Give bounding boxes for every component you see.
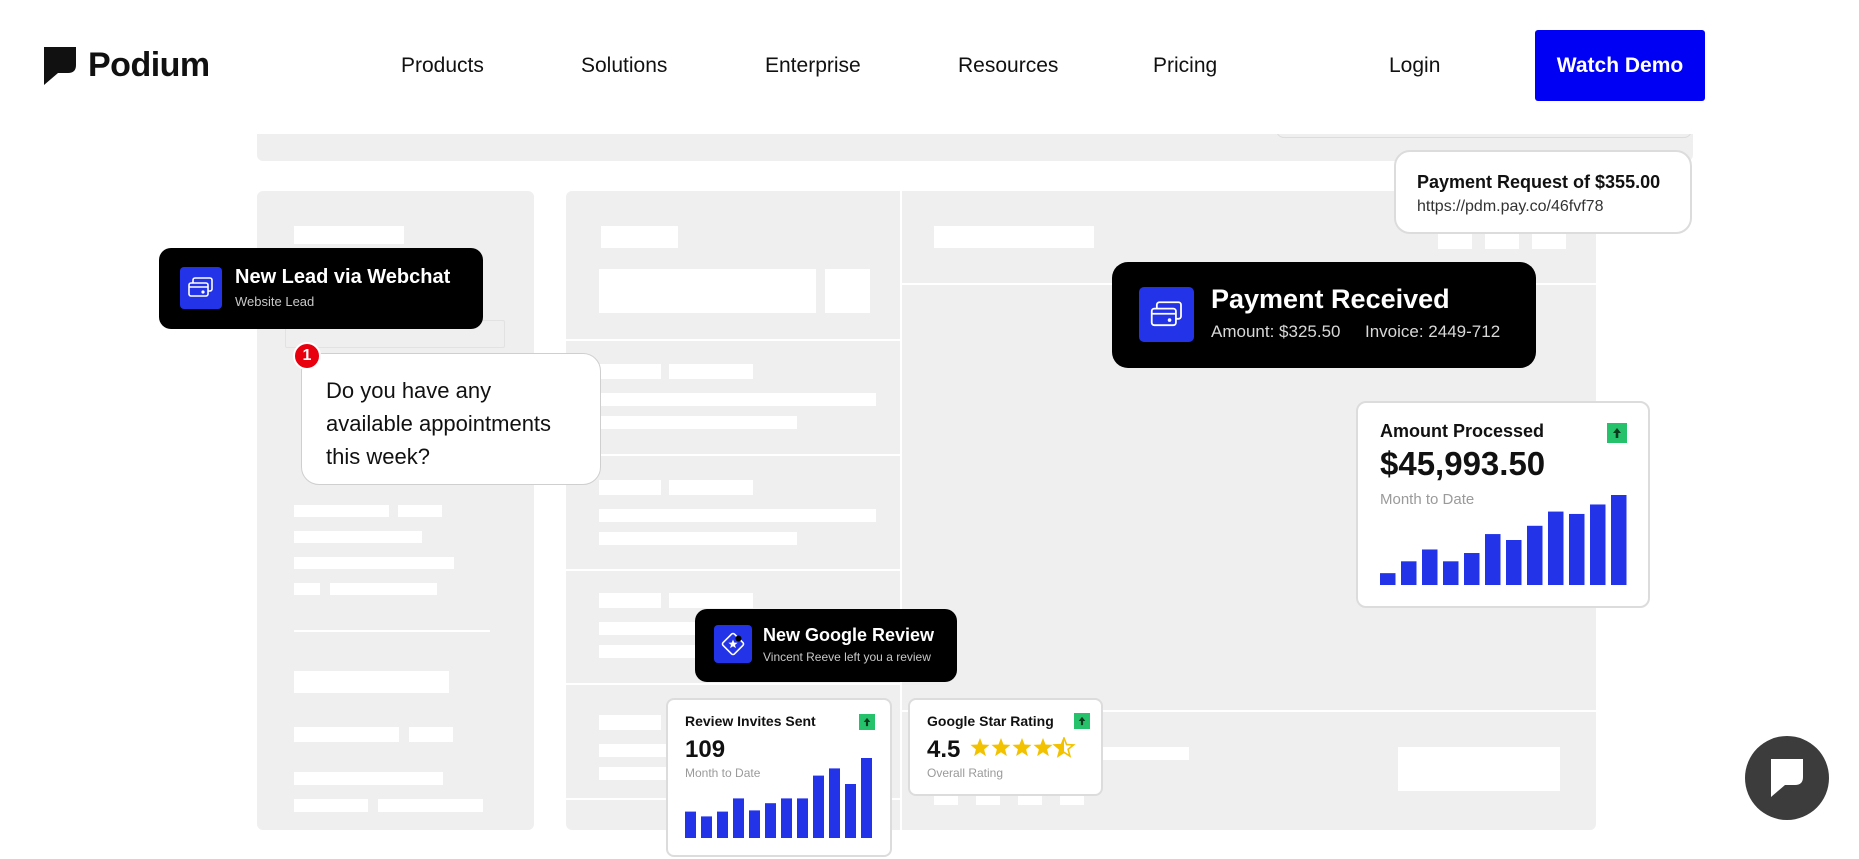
top-nav: Podium Products Solutions Enterprise Res… [0, 0, 1859, 134]
webchat-lead-subtitle: Website Lead [235, 294, 315, 309]
chart-bar [1485, 534, 1501, 585]
chart-bar [1611, 495, 1627, 585]
chart-bar [1380, 573, 1396, 585]
review-invites-card: Review Invites Sent 109 Month to Date [666, 698, 892, 857]
webchat-lead-title: New Lead via Webchat [235, 266, 451, 288]
credit-card-icon [180, 267, 222, 309]
chart-bar [701, 816, 712, 838]
webchat-lead-card: New Lead via Webchat Website Lead [159, 248, 483, 329]
credit-card-icon [1139, 287, 1194, 342]
star-rating-card: Google Star Rating 4.5 Overall Rating [908, 698, 1103, 796]
nav-products[interactable]: Products [401, 54, 484, 78]
chart-bar [1506, 540, 1522, 585]
brand-name: Podium [88, 46, 210, 84]
chart-bar [685, 811, 696, 838]
chart-bar [717, 811, 728, 838]
star-icon [1033, 738, 1053, 757]
watch-demo-button[interactable]: Watch Demo [1535, 30, 1705, 101]
payment-received-amount: Amount: $325.50 [1211, 322, 1341, 341]
chat-message-bubble: Do you have any available appointments t… [301, 353, 601, 485]
google-review-subtitle: Vincent Reeve left you a review [763, 650, 931, 664]
google-review-card: New Google Review Vincent Reeve left you… [695, 609, 957, 682]
nav-solutions[interactable]: Solutions [581, 54, 667, 78]
chart-bar [1569, 513, 1585, 585]
star-rating-caption: Overall Rating [927, 766, 1004, 780]
payment-received-title: Payment Received [1211, 284, 1450, 314]
review-invites-chart [685, 758, 872, 838]
chart-bar [797, 798, 808, 838]
nav-enterprise[interactable]: Enterprise [765, 54, 861, 78]
star-rating-stars [970, 737, 1076, 758]
payment-received-invoice: Invoice: 2449-712 [1365, 322, 1501, 341]
nav-resources[interactable]: Resources [958, 54, 1058, 78]
chart-bar [1527, 525, 1543, 585]
up-arrow-icon [1607, 423, 1627, 443]
amount-processed-chart [1380, 495, 1627, 585]
amount-processed-title: Amount Processed [1380, 421, 1545, 441]
payment-request-card: Payment Request of $355.00 https://pdm.p… [1394, 150, 1692, 234]
nav-pricing[interactable]: Pricing [1153, 54, 1217, 78]
chart-bar [1590, 504, 1606, 585]
chart-bar [1422, 549, 1438, 585]
chart-bar [1401, 561, 1417, 585]
chat-widget-button[interactable] [1745, 736, 1829, 820]
star-icon [1012, 738, 1032, 757]
star-tag-icon [714, 625, 752, 663]
up-arrow-icon [859, 714, 875, 730]
chart-bar [781, 798, 792, 838]
amount-processed-value: $45,993.50 [1380, 445, 1546, 482]
up-arrow-icon [1074, 713, 1090, 729]
podium-chat-icon [1771, 759, 1803, 797]
star-icon [970, 738, 990, 757]
payment-request-link[interactable]: https://pdm.pay.co/46fvf78 [1417, 198, 1603, 216]
chart-bar [1548, 511, 1564, 585]
chart-bar [829, 768, 840, 838]
notification-badge: 1 [293, 342, 321, 370]
podium-logo-icon [44, 46, 76, 85]
chart-bar [1443, 561, 1459, 585]
chart-bar [845, 784, 856, 838]
payment-received-card: Payment Received Amount: $325.50 Invoice… [1112, 262, 1536, 368]
chart-bar [765, 803, 776, 838]
chart-bar [861, 758, 872, 838]
review-invites-title: Review Invites Sent [685, 713, 816, 729]
star-rating-value: 4.5 [927, 736, 961, 763]
chart-bar [813, 775, 824, 838]
google-review-title: New Google Review [763, 625, 935, 645]
login-link[interactable]: Login [1389, 54, 1440, 78]
chart-bar [1464, 553, 1480, 585]
chart-bar [749, 810, 760, 838]
star-icon [991, 738, 1011, 757]
chart-bar [733, 798, 744, 838]
star-rating-title: Google Star Rating [927, 713, 1054, 729]
amount-processed-card: Amount Processed $45,993.50 Month to Dat… [1356, 401, 1650, 608]
podium-logo[interactable]: Podium [44, 46, 210, 85]
payment-request-title: Payment Request of $355.00 [1417, 172, 1661, 192]
